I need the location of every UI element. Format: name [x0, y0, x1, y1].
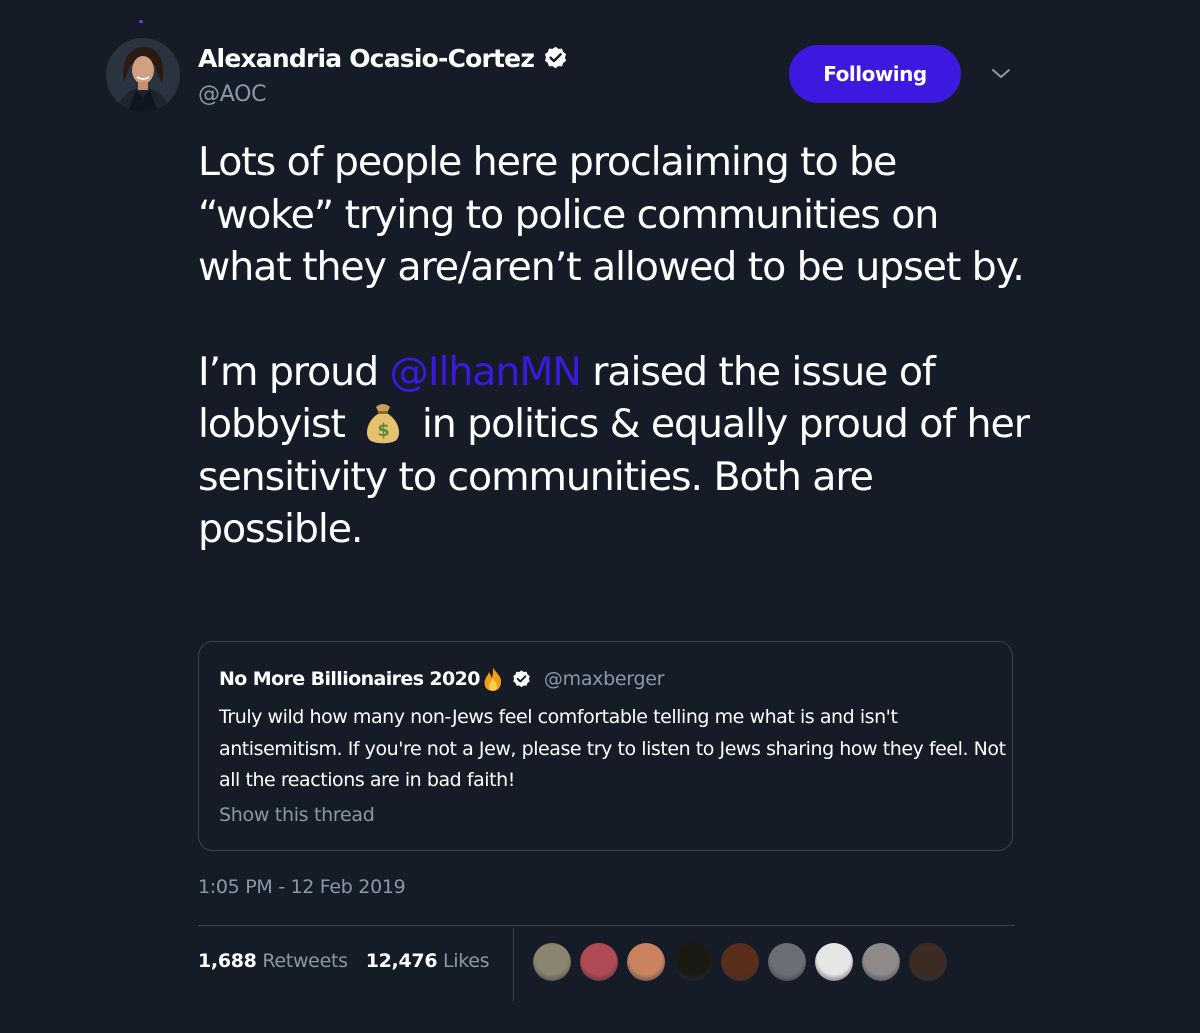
- liker-avatar-1[interactable]: [533, 943, 571, 981]
- indicator-dot: [139, 20, 143, 23]
- likes-label: Likes: [443, 950, 490, 972]
- svg-text:$: $: [378, 420, 390, 441]
- mention-link[interactable]: @IlhanMN: [390, 349, 582, 395]
- likes-stat[interactable]: 12,476 Likes: [366, 950, 490, 972]
- liker-avatar-4[interactable]: [674, 943, 712, 981]
- liker-avatar-3[interactable]: [627, 943, 665, 981]
- author-name-row: Alexandria Ocasio-Cortez: [198, 40, 569, 76]
- retweets-label: Retweets: [262, 950, 348, 972]
- quoted-tweet-text: Truly wild how many non-Jews feel comfor…: [219, 706, 1006, 791]
- fire-icon: [481, 666, 505, 692]
- author-avatar[interactable]: [106, 38, 180, 112]
- author-avatar-image: [106, 38, 180, 112]
- tweet-text: Lots of people here proclaiming to be “w…: [198, 136, 1038, 556]
- retweets-count: 1,688: [198, 950, 257, 972]
- quoted-author-name: No More Billionaires 2020: [219, 668, 481, 690]
- quoted-tweet-card[interactable]: No More Billionaires 2020 @maxberger Tru…: [198, 641, 1013, 851]
- liker-avatar-8[interactable]: [862, 943, 900, 981]
- chevron-down-icon[interactable]: [988, 64, 1014, 84]
- liker-avatars: [533, 943, 956, 981]
- verified-badge-icon: [542, 45, 569, 72]
- stats-vertical-divider: [513, 928, 514, 1001]
- following-button[interactable]: Following: [789, 45, 961, 103]
- quoted-author-handle: @maxberger: [543, 668, 665, 690]
- tweet-stats: 1,688 Retweets 12,476 Likes: [198, 950, 490, 972]
- likes-count: 12,476: [365, 950, 438, 972]
- tweet-detail-page: Alexandria Ocasio-Cortez @AOC Following …: [0, 0, 1200, 1033]
- tweet-timestamp[interactable]: 1:05 PM - 12 Feb 2019: [198, 876, 406, 898]
- retweets-stat[interactable]: 1,688 Retweets: [198, 950, 348, 972]
- show-thread-link[interactable]: Show this thread: [219, 804, 375, 826]
- author-handle[interactable]: @AOC: [198, 82, 266, 107]
- tweet-text-segment: I’m proud: [198, 348, 390, 395]
- liker-avatar-2[interactable]: [580, 943, 618, 981]
- liker-avatar-7[interactable]: [815, 943, 853, 981]
- liker-avatar-9[interactable]: [909, 943, 947, 981]
- liker-avatar-6[interactable]: [768, 943, 806, 981]
- tweet-paragraph-1: Lots of people here proclaiming to be “w…: [198, 139, 1025, 290]
- tweet-paragraph-2: I’m proud @IlhanMN raised the issue of l…: [198, 346, 1038, 556]
- stats-divider: [198, 925, 1015, 926]
- liker-avatar-5[interactable]: [721, 943, 759, 981]
- author-display-name[interactable]: Alexandria Ocasio-Cortez: [198, 44, 535, 73]
- money-bag-icon: $: [360, 399, 406, 445]
- quoted-tweet-header: No More Billionaires 2020 @maxberger: [219, 666, 664, 692]
- verified-badge-icon: [511, 669, 532, 690]
